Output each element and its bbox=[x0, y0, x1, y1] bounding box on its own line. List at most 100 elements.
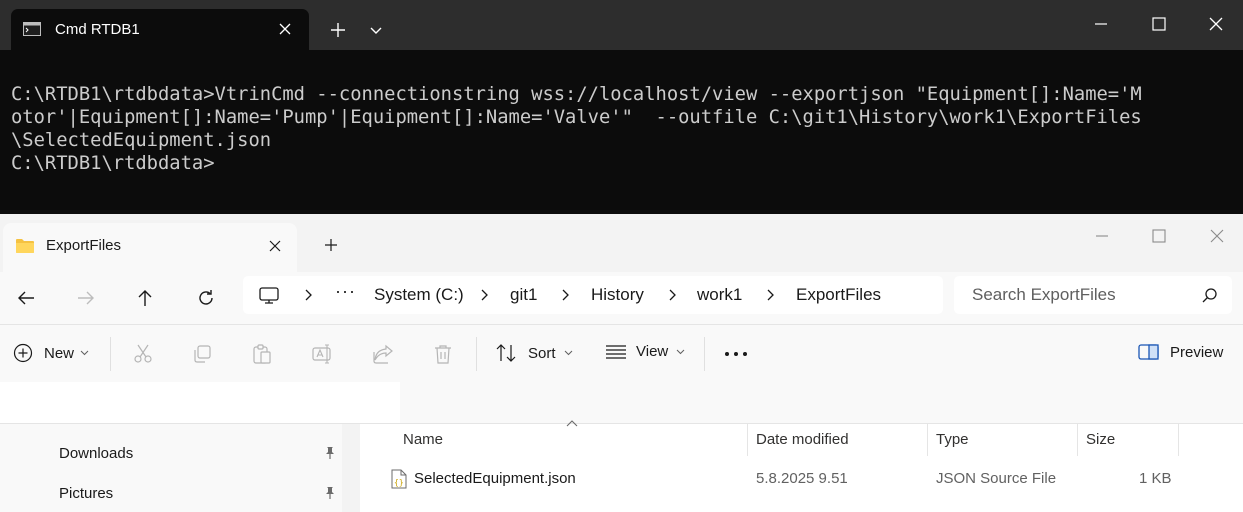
terminal-line: C:\RTDB1\rtdbdata>VtrinCmd --connections… bbox=[11, 84, 1142, 105]
minimize-button[interactable] bbox=[1084, 218, 1120, 254]
column-divider[interactable] bbox=[1178, 424, 1179, 456]
preview-label: Preview bbox=[1170, 343, 1224, 361]
sort-button[interactable]: Sort bbox=[495, 343, 573, 363]
file-type: JSON Source File bbox=[936, 470, 1057, 487]
blank-region bbox=[400, 382, 1243, 423]
folder-icon bbox=[16, 239, 34, 253]
sort-label: Sort bbox=[528, 344, 556, 362]
divider bbox=[704, 337, 705, 371]
chevron-right-icon[interactable] bbox=[667, 288, 677, 302]
breadcrumb-item[interactable]: work1 bbox=[697, 285, 742, 305]
this-pc-icon bbox=[259, 287, 279, 304]
forward-button[interactable] bbox=[70, 282, 102, 314]
share-icon[interactable] bbox=[372, 344, 394, 364]
sort-icon bbox=[496, 344, 516, 362]
terminal-tab-title: Cmd RTDB1 bbox=[55, 21, 140, 38]
nav-item-downloads[interactable]: Downloads bbox=[59, 445, 133, 462]
cut-icon[interactable] bbox=[133, 344, 153, 364]
navigation-pane: Downloads Pictures bbox=[0, 424, 342, 512]
file-date-modified: 5.8.2025 9.51 bbox=[756, 470, 848, 487]
column-divider[interactable] bbox=[1077, 424, 1078, 456]
chevron-right-icon[interactable] bbox=[303, 288, 313, 302]
blank-region bbox=[0, 382, 400, 423]
maximize-button[interactable] bbox=[1141, 6, 1177, 42]
refresh-icon bbox=[199, 290, 213, 305]
arrow-up-icon bbox=[138, 290, 152, 306]
close-icon bbox=[1209, 17, 1223, 31]
chevron-down-icon bbox=[370, 27, 382, 34]
svg-text:{}: {} bbox=[394, 478, 404, 487]
view-button[interactable]: View bbox=[605, 343, 685, 360]
close-icon bbox=[1210, 229, 1224, 243]
new-tab-button[interactable] bbox=[316, 230, 346, 260]
up-button[interactable] bbox=[129, 282, 161, 314]
close-window-button[interactable] bbox=[1199, 218, 1235, 254]
back-button[interactable] bbox=[10, 282, 42, 314]
maximize-button[interactable] bbox=[1141, 218, 1177, 254]
chevron-down-icon bbox=[564, 350, 572, 356]
terminal-line: otor'|Equipment[]:Name='Pump'|Equipment[… bbox=[11, 107, 1142, 128]
minimize-button[interactable] bbox=[1083, 6, 1119, 42]
column-header-date[interactable]: Date modified bbox=[756, 431, 849, 448]
file-list: Name Date modified Type Size {} Selected… bbox=[360, 420, 1243, 512]
breadcrumb-item[interactable]: History bbox=[591, 285, 644, 305]
sort-ascending-icon bbox=[566, 420, 578, 427]
rename-icon[interactable] bbox=[312, 344, 334, 364]
copy-icon[interactable] bbox=[192, 344, 212, 364]
search-icon[interactable] bbox=[1202, 288, 1217, 303]
refresh-button[interactable] bbox=[190, 282, 222, 314]
terminal-line: \SelectedEquipment.json bbox=[11, 130, 272, 151]
json-file-icon: {} bbox=[391, 469, 407, 489]
column-divider[interactable] bbox=[927, 424, 928, 456]
arrow-left-icon bbox=[18, 291, 34, 305]
more-options-icon[interactable] bbox=[724, 351, 748, 357]
pane-splitter[interactable] bbox=[342, 424, 360, 512]
chevron-right-icon[interactable] bbox=[560, 288, 570, 302]
new-button[interactable]: New bbox=[13, 343, 89, 363]
arrow-right-icon bbox=[78, 291, 94, 305]
chevron-right-icon[interactable] bbox=[479, 288, 489, 302]
minimize-icon bbox=[1095, 23, 1107, 25]
file-row[interactable]: {} SelectedEquipment.json 5.8.2025 9.51 … bbox=[360, 461, 1243, 499]
plus-icon bbox=[325, 239, 337, 251]
plus-circle-icon bbox=[13, 343, 33, 363]
column-divider[interactable] bbox=[747, 424, 748, 456]
nav-item-pictures[interactable]: Pictures bbox=[59, 485, 113, 502]
maximize-icon bbox=[1152, 229, 1166, 243]
column-header-type[interactable]: Type bbox=[936, 431, 969, 448]
explorer-navbar: ··· System (C:) git1 History work1 Expor… bbox=[0, 272, 1243, 324]
close-tab-icon[interactable] bbox=[267, 238, 283, 254]
terminal-titlebar: Cmd RTDB1 bbox=[0, 0, 1243, 50]
address-bar[interactable]: ··· System (C:) git1 History work1 Expor… bbox=[243, 276, 943, 314]
column-header-name[interactable]: Name bbox=[403, 431, 443, 448]
terminal-output[interactable]: C:\RTDB1\rtdbdata>VtrinCmd --connections… bbox=[11, 83, 1236, 175]
close-tab-icon[interactable] bbox=[276, 20, 294, 38]
file-size: 1 KB bbox=[1139, 470, 1172, 487]
new-tab-button[interactable] bbox=[322, 14, 354, 46]
terminal-window: Cmd RTDB1 C:\RTDB1\rtdbdata>VtrinCmd --c… bbox=[0, 0, 1243, 214]
chevron-right-icon[interactable] bbox=[765, 288, 775, 302]
overflow-dots-icon[interactable]: ··· bbox=[335, 281, 356, 302]
delete-icon[interactable] bbox=[433, 344, 453, 364]
terminal-icon bbox=[23, 22, 41, 36]
terminal-prompt: C:\RTDB1\rtdbdata> bbox=[11, 153, 215, 174]
search-input[interactable] bbox=[970, 284, 1194, 306]
search-box[interactable] bbox=[954, 276, 1232, 314]
column-header-size[interactable]: Size bbox=[1086, 431, 1115, 448]
explorer-tab[interactable]: ExportFiles bbox=[3, 223, 297, 272]
preview-button[interactable]: Preview bbox=[1138, 343, 1223, 361]
command-bar: New Sort View Preview bbox=[0, 324, 1243, 383]
breadcrumb-item[interactable]: git1 bbox=[510, 285, 537, 305]
explorer-tab-title: ExportFiles bbox=[46, 237, 122, 254]
paste-icon[interactable] bbox=[252, 344, 272, 364]
file-explorer-window: ExportFiles ··· System (C:) git1 History… bbox=[0, 214, 1243, 512]
pin-icon bbox=[326, 487, 334, 499]
breadcrumb-item[interactable]: System (C:) bbox=[374, 285, 464, 305]
file-name: SelectedEquipment.json bbox=[414, 470, 576, 487]
terminal-tab[interactable]: Cmd RTDB1 bbox=[11, 9, 309, 50]
breadcrumb-item-current[interactable]: ExportFiles bbox=[796, 285, 881, 305]
divider bbox=[110, 337, 111, 371]
chevron-down-icon bbox=[676, 349, 685, 354]
tab-dropdown-button[interactable] bbox=[360, 14, 392, 46]
close-window-button[interactable] bbox=[1198, 6, 1234, 42]
